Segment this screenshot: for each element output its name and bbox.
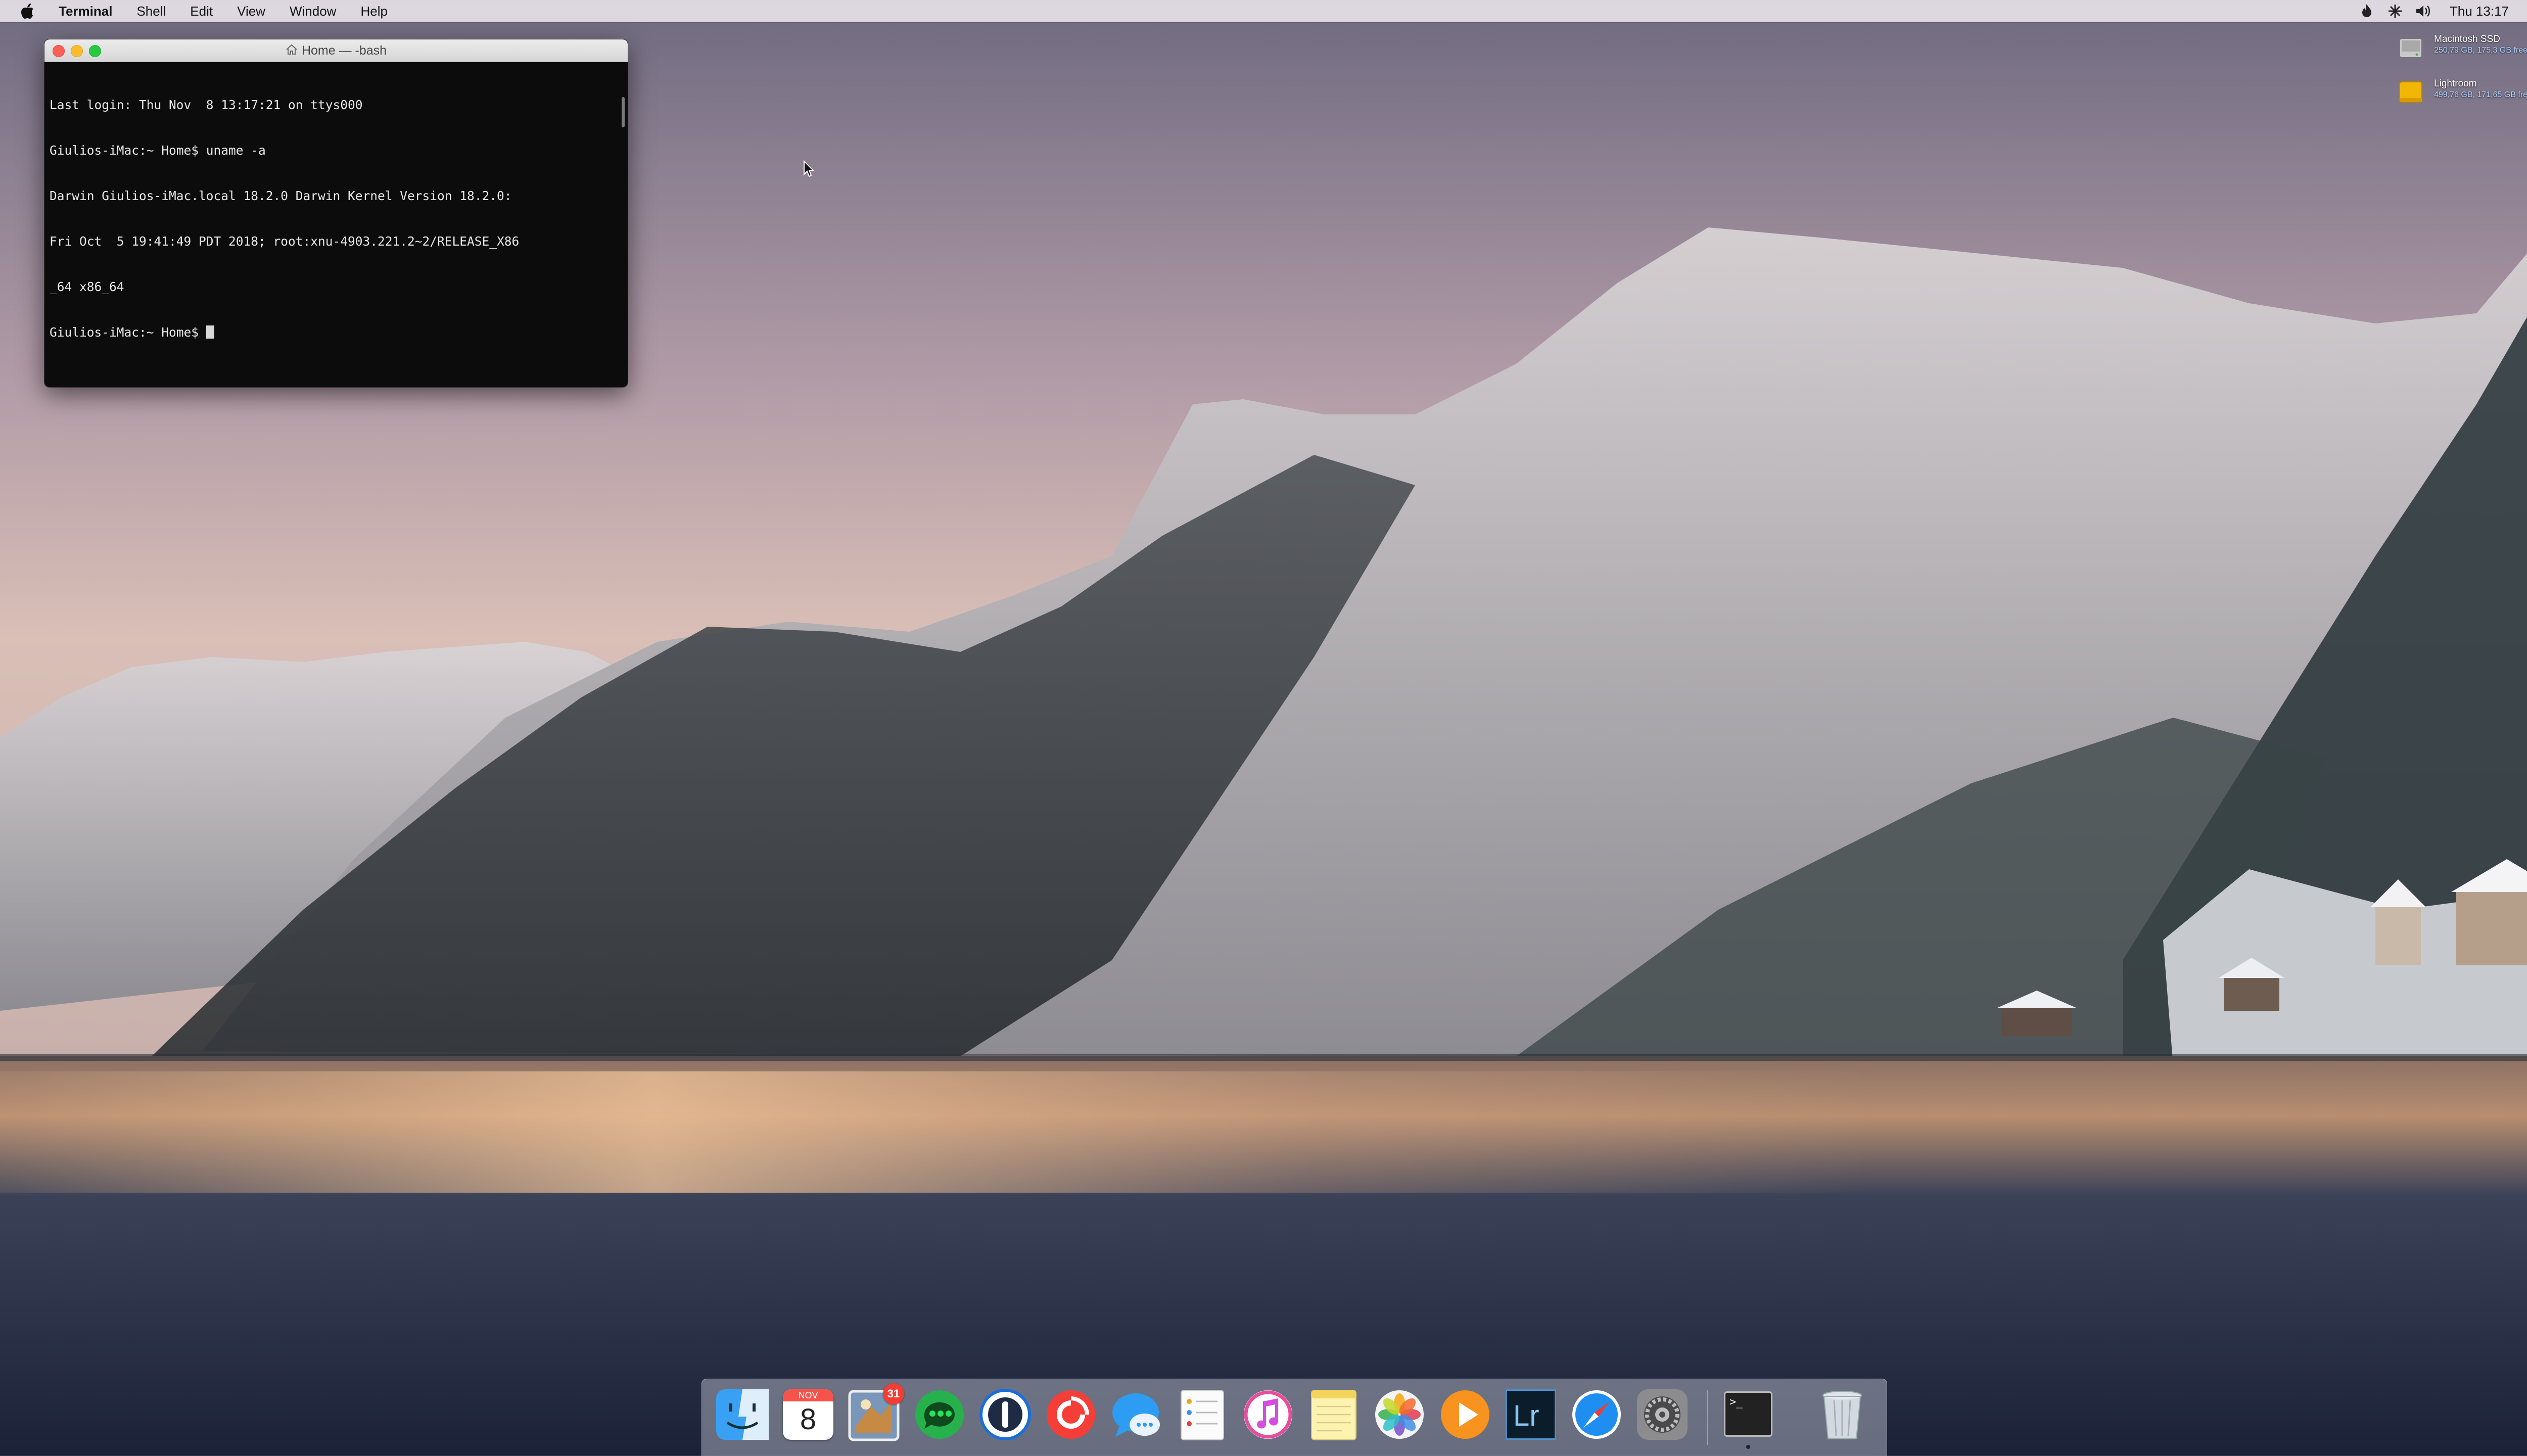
dock-item-trash[interactable]: [1814, 1386, 1870, 1443]
gear-icon: [1637, 1389, 1688, 1440]
dock-item-pocketcasts[interactable]: [1043, 1386, 1099, 1443]
reminders-icon: [1181, 1390, 1224, 1440]
running-indicator: [1746, 1445, 1750, 1449]
dock-item-itunes[interactable]: [1240, 1386, 1296, 1443]
photos-icon: [1375, 1390, 1424, 1439]
desktop-volume-lightroom[interactable]: Lightroom 499,76 GB, 171,65 GB free: [2397, 78, 2527, 114]
dock-item-finder[interactable]: [714, 1386, 771, 1443]
dock-item-chat[interactable]: [911, 1386, 968, 1443]
menu-edit[interactable]: Edit: [178, 0, 225, 22]
volume-icon[interactable]: [2414, 0, 2432, 22]
volume-name: Macintosh SSD: [2434, 34, 2500, 44]
podcast-icon: [1047, 1390, 1095, 1439]
home-folder-icon: [286, 40, 298, 62]
lightroom-icon: Lr: [1506, 1389, 1556, 1440]
menu-shell[interactable]: Shell: [124, 0, 178, 22]
terminal-prompt: Giulios-iMac:~ Home$: [50, 325, 206, 340]
dock-item-safari[interactable]: [1568, 1386, 1625, 1443]
terminal-prompt-line: Giulios-iMac:~ Home$: [50, 325, 623, 340]
internal-disk-icon: [2397, 33, 2425, 62]
dock-item-notes[interactable]: [1305, 1386, 1362, 1443]
terminal-line: _64 x86_64: [50, 279, 124, 294]
menu-help[interactable]: Help: [348, 0, 399, 22]
terminal-line: Giulios-iMac:~ Home$ uname -a: [50, 143, 266, 158]
1password-icon: [979, 1389, 1031, 1440]
lightroom-label: Lr: [1513, 1399, 1539, 1432]
dock-item-lightroom[interactable]: Lr: [1503, 1386, 1559, 1443]
dock-separator: [1707, 1390, 1708, 1445]
volume-name: Lightroom: [2434, 78, 2477, 89]
terminal-line: Last login: Thu Nov 8 13:17:21 on ttys00…: [50, 98, 363, 112]
notification-badge: 31: [883, 1383, 904, 1404]
music-note-icon: [1244, 1390, 1292, 1439]
notes-icon: [1311, 1390, 1356, 1440]
menu-clock[interactable]: Thu 13:17: [2438, 4, 2521, 19]
menu-view[interactable]: View: [225, 0, 277, 22]
volume-info: 250,79 GB, 175,3 GB free: [2434, 46, 2527, 55]
window-title-text: Home — -bash: [301, 43, 387, 58]
dock-item-messages[interactable]: [1108, 1386, 1165, 1443]
apple-menu-icon[interactable]: [19, 0, 36, 22]
terminal-scrollbar[interactable]: [622, 97, 625, 127]
terminal-titlebar[interactable]: Home — -bash: [44, 39, 628, 62]
dock: NOV 8 31 Lr >_: [701, 1379, 1887, 1456]
menu-window[interactable]: Window: [277, 0, 348, 22]
menu-app-terminal[interactable]: Terminal: [53, 0, 124, 22]
dock-item-mail[interactable]: 31: [846, 1383, 904, 1443]
calendar-day: 8: [800, 1403, 817, 1436]
trash-icon: [1822, 1391, 1862, 1439]
terminal-icon-label: >_: [1729, 1396, 1743, 1408]
dock-item-reminders[interactable]: [1174, 1386, 1231, 1443]
messages-icon: [1112, 1393, 1160, 1437]
terminal-line: Darwin Giulios-iMac.local 18.2.0 Darwin …: [50, 189, 512, 203]
dock-item-calendar[interactable]: NOV 8: [780, 1386, 836, 1443]
terminal-content[interactable]: Last login: Thu Nov 8 13:17:21 on ttys00…: [44, 62, 628, 370]
flame-icon[interactable]: [2358, 0, 2376, 22]
chat-bubble-icon: [915, 1390, 964, 1439]
play-icon: [1441, 1390, 1489, 1439]
terminal-line: Fri Oct 5 19:41:49 PDT 2018; root:xnu-49…: [50, 234, 520, 249]
dock-item-terminal[interactable]: >_: [1720, 1386, 1776, 1449]
terminal-window[interactable]: Home — -bash Last login: Thu Nov 8 13:17…: [44, 39, 628, 387]
compass-icon: [1572, 1390, 1621, 1439]
dock-item-1password[interactable]: [977, 1386, 1034, 1443]
dock-item-photos[interactable]: [1371, 1386, 1428, 1443]
calendar-icon: NOV 8: [783, 1389, 833, 1440]
mouse-pointer-icon: [803, 160, 815, 177]
external-disk-icon: [2397, 78, 2425, 106]
menu-bar: Terminal Shell Edit View Window Help Thu…: [0, 0, 2527, 22]
volume-info: 499,76 GB, 171,65 GB free: [2434, 90, 2527, 99]
terminal-icon: >_: [1724, 1391, 1772, 1437]
terminal-cursor: [206, 325, 214, 339]
dock-item-infuse[interactable]: [1437, 1386, 1493, 1443]
dock-item-system-preferences[interactable]: [1634, 1386, 1691, 1443]
network-icon[interactable]: [2386, 0, 2404, 22]
window-title: Home — -bash: [44, 39, 628, 62]
desktop-volume-macintosh-ssd[interactable]: Macintosh SSD 250,79 GB, 175,3 GB free: [2397, 33, 2527, 70]
finder-icon: [716, 1389, 769, 1440]
calendar-month: NOV: [783, 1389, 833, 1401]
